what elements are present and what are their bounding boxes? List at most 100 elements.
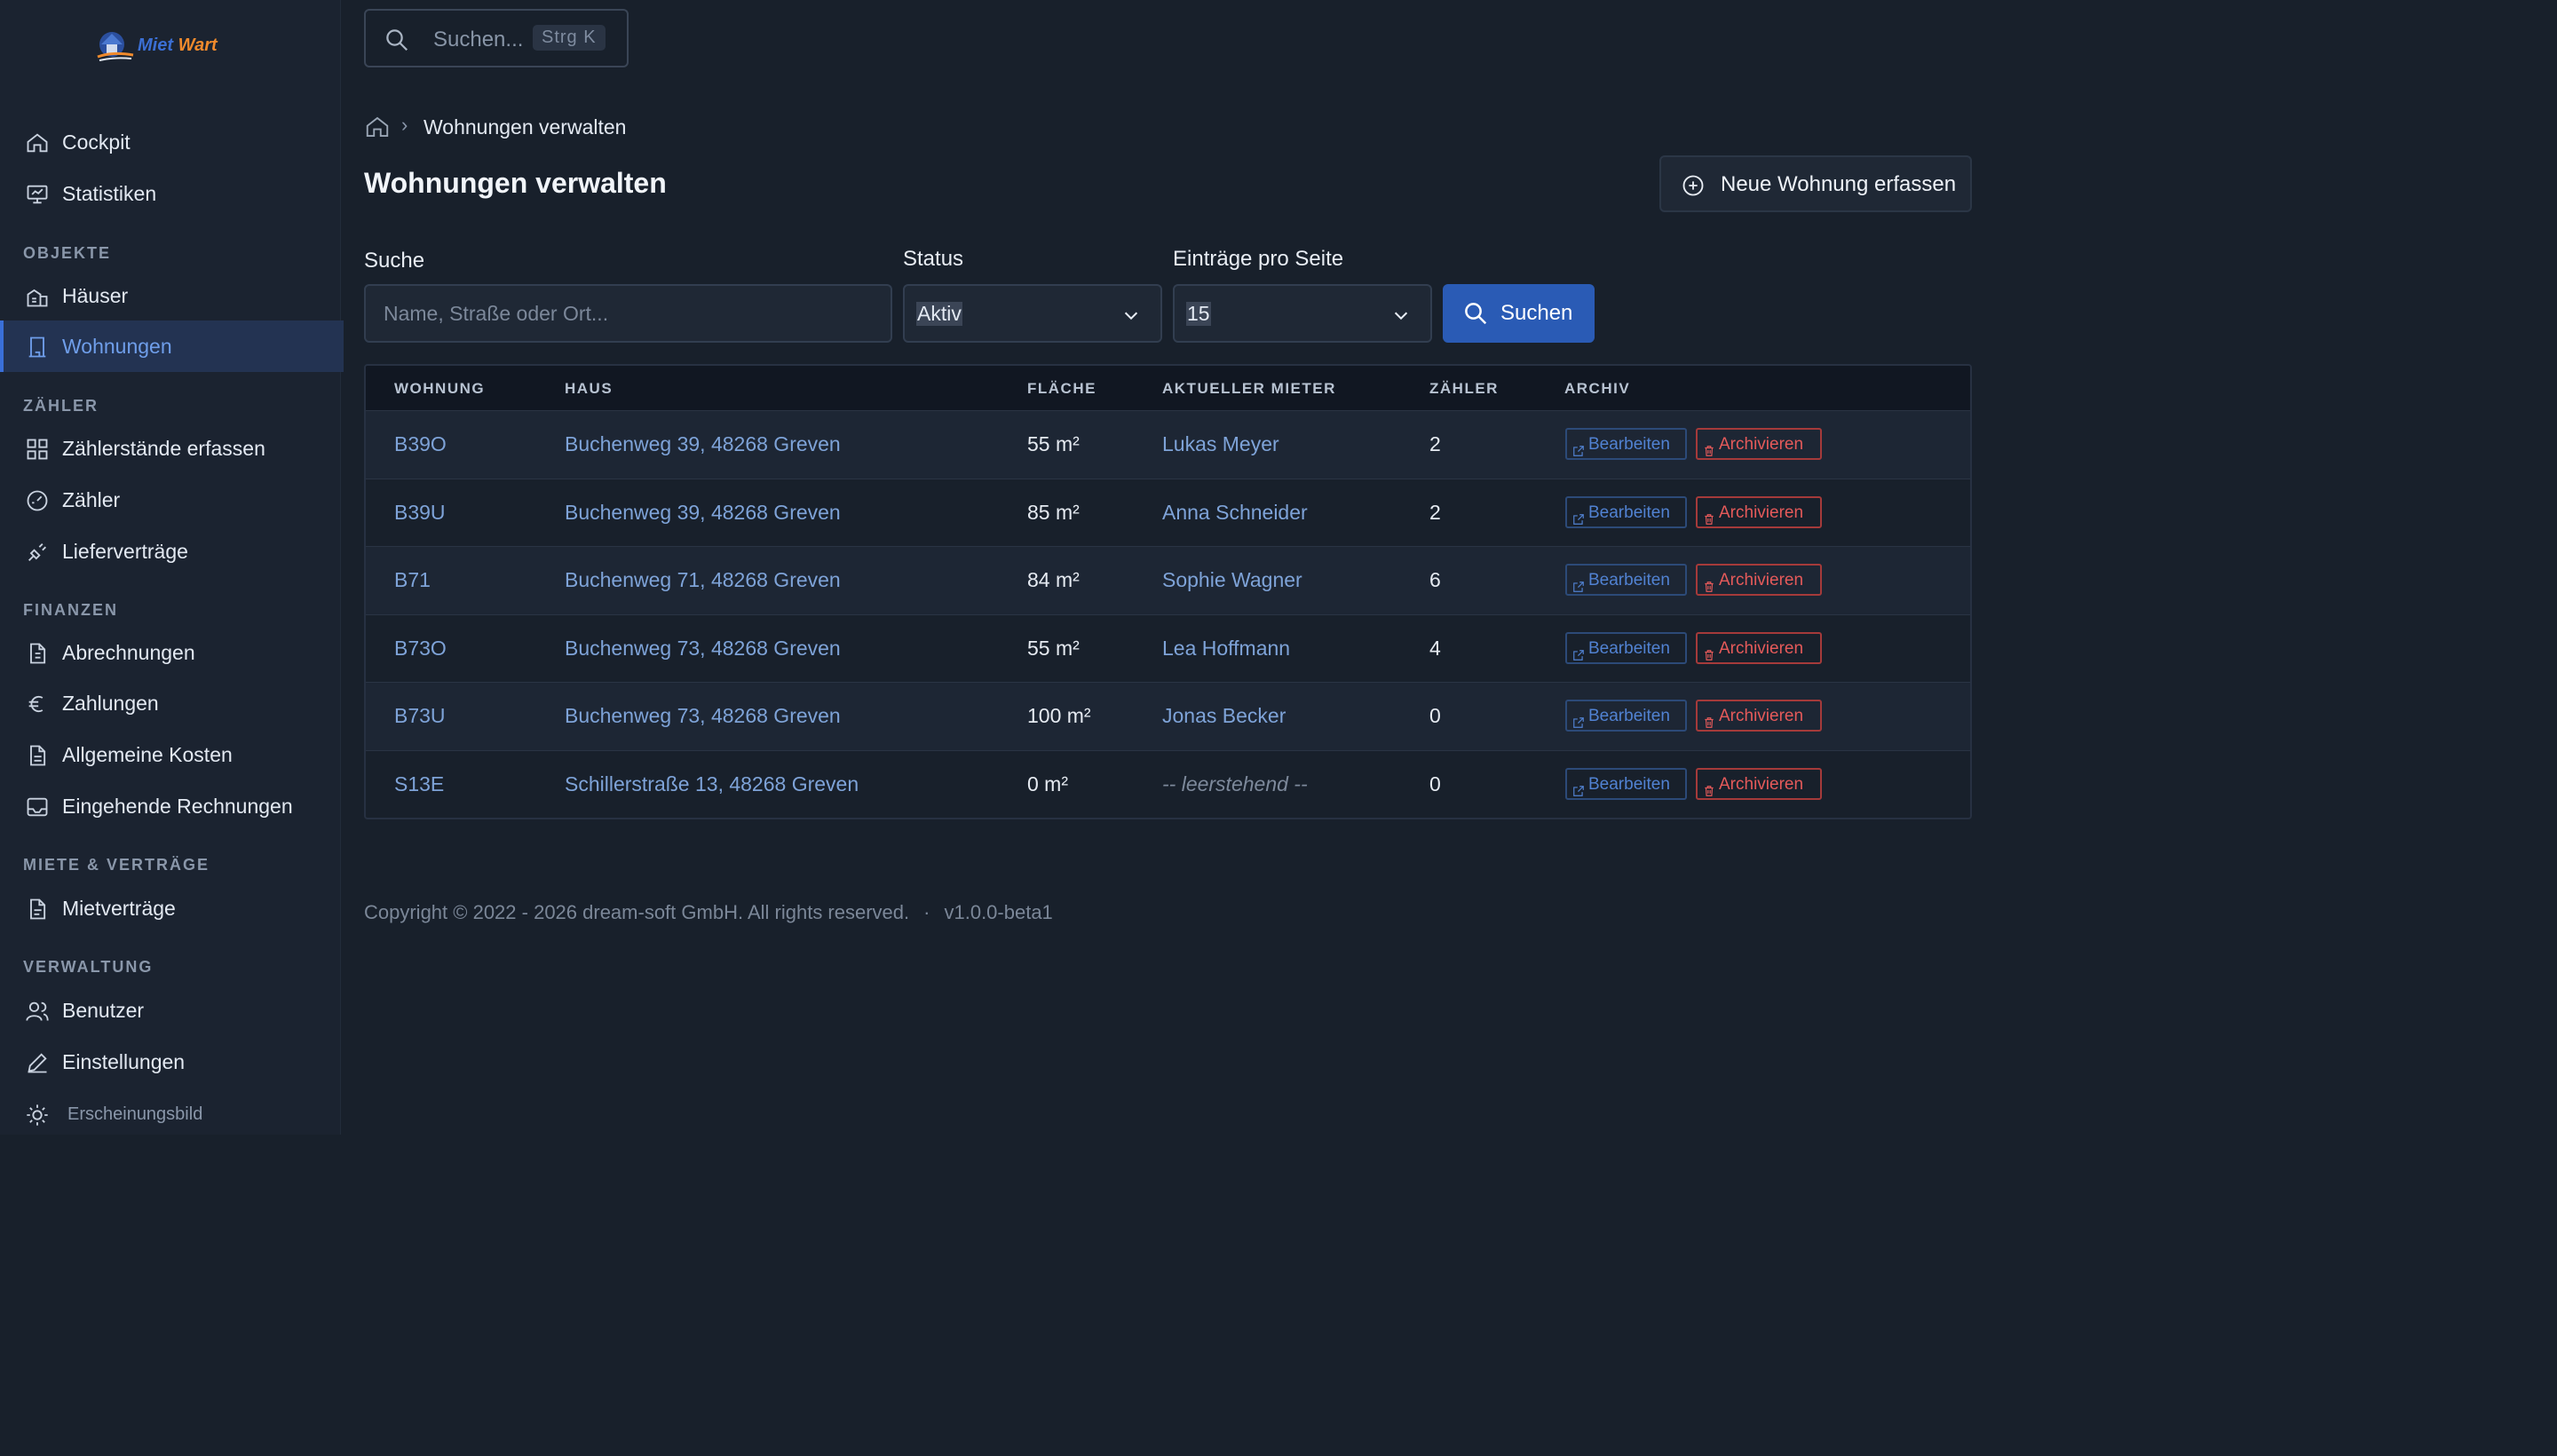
archive-button[interactable]: Archivieren	[1696, 495, 1822, 528]
edit-button[interactable]: Bearbeiten	[1565, 428, 1687, 460]
new-apartment-button[interactable]: Neue Wohnung erfassen	[1659, 155, 1972, 212]
archive-button[interactable]: Archivieren	[1696, 767, 1822, 800]
edit-button[interactable]: Bearbeiten	[1565, 700, 1687, 732]
edit-button-label: Bearbeiten	[1588, 435, 1670, 454]
cell-unit[interactable]: B73U	[394, 704, 446, 728]
cell-house[interactable]: Buchenweg 73, 48268 Greven	[565, 704, 841, 728]
external-link-icon	[1572, 506, 1585, 525]
logo-text-wart: Wart	[178, 36, 218, 55]
cell-house[interactable]: Schillerstraße 13, 48268 Greven	[565, 772, 859, 796]
sidebar-item-wohnungen[interactable]: Wohnungen	[0, 320, 344, 372]
per-page-select[interactable]: 15	[1173, 284, 1432, 343]
sidebar-item-mietvertraege[interactable]: Mietverträge	[0, 882, 340, 934]
table-row: B39O Buchenweg 39, 48268 Greven 55 m² Lukas…	[366, 410, 1970, 479]
logo-text-miet: Miet	[138, 36, 173, 55]
trash-icon	[1703, 709, 1715, 728]
archive-button[interactable]: Archivieren	[1696, 428, 1822, 460]
external-link-icon	[1572, 778, 1585, 796]
sidebar-item-label: Benutzer	[62, 998, 145, 1022]
column-header-zaehler[interactable]: ZÄHLER	[1429, 380, 1499, 398]
edit-button[interactable]: Bearbeiten	[1565, 767, 1687, 800]
sidebar-item-cockpit[interactable]: Cockpit	[0, 116, 340, 168]
cell-unit[interactable]: B73O	[394, 637, 447, 661]
edit-button-label: Bearbeiten	[1588, 707, 1670, 725]
external-link-icon	[1572, 642, 1585, 661]
cell-house[interactable]: Buchenweg 71, 48268 Greven	[565, 568, 841, 592]
cell-tenant[interactable]: Lukas Meyer	[1162, 432, 1279, 456]
breadcrumb-home-icon[interactable]	[364, 114, 391, 140]
archive-button[interactable]: Archivieren	[1696, 631, 1822, 664]
users-icon	[25, 999, 50, 1024]
archive-button[interactable]: Archivieren	[1696, 700, 1822, 732]
apartments-table: WOHNUNG HAUS FLÄCHE AKTUELLER MIETER ZÄH…	[364, 364, 1972, 819]
sidebar-item-haeuser[interactable]: Häuser	[0, 270, 340, 321]
cell-unit[interactable]: B71	[394, 568, 431, 592]
cell-tenant: -- leerstehend --	[1162, 772, 1308, 795]
archive-button-label: Archivieren	[1719, 502, 1804, 522]
cell-tenant[interactable]: Sophie Wagner	[1162, 568, 1302, 592]
column-header-mieter[interactable]: AKTUELLER MIETER	[1162, 380, 1336, 398]
status-select[interactable]: Aktiv	[903, 284, 1162, 343]
archive-button-label: Archivieren	[1719, 774, 1804, 794]
global-search[interactable]: Suchen... Strg K	[364, 9, 629, 67]
column-header-haus[interactable]: HAUS	[565, 380, 613, 398]
column-header-wohnung[interactable]: WOHNUNG	[394, 380, 485, 398]
sidebar-item-label: Eingehende Rechnungen	[62, 794, 293, 818]
sidebar-item-liefervertraege[interactable]: Lieferverträge	[0, 526, 340, 577]
building-icon	[25, 335, 50, 360]
chevron-down-icon	[1121, 305, 1141, 325]
cell-unit[interactable]: S13E	[394, 772, 444, 796]
column-header-flaeche[interactable]: FLÄCHE	[1027, 380, 1096, 398]
appearance-label: Erscheinungsbild	[67, 1104, 203, 1124]
cell-house[interactable]: Buchenweg 39, 48268 Greven	[565, 501, 841, 525]
cell-unit[interactable]: B39U	[394, 501, 446, 525]
sidebar-item-allgemeine-kosten[interactable]: Allgemeine Kosten	[0, 729, 340, 780]
edit-button[interactable]: Bearbeiten	[1565, 495, 1687, 528]
edit-button[interactable]: Bearbeiten	[1565, 564, 1687, 596]
sun-icon	[25, 1103, 50, 1128]
cell-unit[interactable]: B39O	[394, 432, 447, 456]
archive-button[interactable]: Archivieren	[1696, 564, 1822, 596]
archive-button-label: Archivieren	[1719, 435, 1804, 454]
search-submit-button[interactable]: Suchen	[1443, 284, 1595, 343]
sidebar-item-benutzer[interactable]: Benutzer	[0, 985, 340, 1036]
breadcrumb-current: Wohnungen verwalten	[424, 115, 627, 138]
edit-button[interactable]: Bearbeiten	[1565, 631, 1687, 664]
search-icon	[1462, 300, 1489, 327]
nav-section-objekte: OBJEKTE	[23, 244, 112, 262]
contract-icon	[25, 897, 50, 922]
cell-area: 84 m²	[1027, 568, 1080, 591]
edit-button-label: Bearbeiten	[1588, 774, 1670, 794]
sidebar-item-label: Einstellungen	[62, 1049, 186, 1073]
sidebar-item-abrechnungen[interactable]: Abrechnungen	[0, 627, 340, 678]
sidebar-item-statistiken[interactable]: Statistiken	[0, 168, 340, 219]
breadcrumb-separator-icon: ›	[401, 114, 408, 136]
sidebar-item-label: Zähler	[62, 487, 121, 511]
cell-house[interactable]: Buchenweg 73, 48268 Greven	[565, 637, 841, 661]
cell-house[interactable]: Buchenweg 39, 48268 Greven	[565, 432, 841, 456]
sidebar-item-zahlungen[interactable]: Zahlungen	[0, 677, 340, 729]
search-placeholder: Suchen...	[433, 28, 524, 51]
filter-search-input[interactable]: Name, Straße oder Ort...	[364, 284, 892, 343]
edit-button-label: Bearbeiten	[1588, 571, 1670, 590]
app-logo[interactable]: Miet Wart	[96, 25, 220, 69]
appearance-toggle[interactable]: Erscheinungsbild	[0, 1088, 340, 1140]
presentation-icon	[25, 182, 50, 207]
edit-button-label: Bearbeiten	[1588, 638, 1670, 658]
sidebar-item-einstellungen[interactable]: Einstellungen	[0, 1036, 340, 1088]
cell-tenant[interactable]: Anna Schneider	[1162, 501, 1308, 525]
sidebar-item-label: Häuser	[62, 283, 129, 307]
new-apartment-button-label: Neue Wohnung erfassen	[1721, 172, 1957, 196]
table-row: B39U Buchenweg 39, 48268 Greven 85 m² Anna …	[366, 478, 1970, 547]
sidebar-item-label: Zählerstände erfassen	[62, 436, 265, 460]
table-row: B71 Buchenweg 71, 48268 Greven 84 m² Sophie…	[366, 546, 1970, 614]
sidebar-item-label: Wohnungen	[62, 334, 172, 358]
cell-area: 0 m²	[1027, 772, 1068, 795]
sidebar-item-eingehende-rechnungen[interactable]: Eingehende Rechnungen	[0, 780, 340, 832]
sidebar-item-zaehlerstaende[interactable]: Zählerstände erfassen	[0, 423, 340, 474]
sidebar-item-zaehler[interactable]: Zähler	[0, 474, 340, 526]
edit-icon	[25, 1050, 50, 1075]
cell-tenant[interactable]: Jonas Becker	[1162, 704, 1286, 728]
page-title: Wohnungen verwalten	[364, 167, 667, 199]
cell-tenant[interactable]: Lea Hoffmann	[1162, 637, 1290, 661]
